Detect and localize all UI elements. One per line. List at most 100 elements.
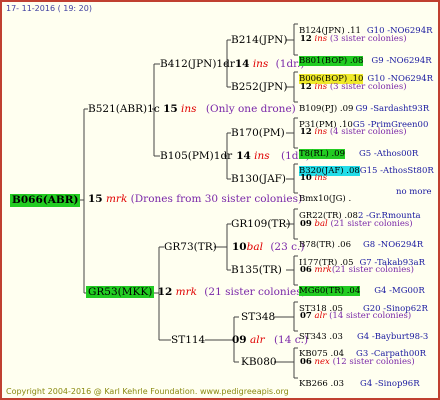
gen5-line-18: G4 -MG00R [374,286,425,296]
root-mating-info: 15 mrk (Drones from 30 sister colonies) [88,194,302,205]
gen5-row-17: 06 mrk(21 sister colonies) [300,266,414,275]
gen2-sire-note: (Only one drone) [205,103,296,115]
gen5-sire-15[interactable]: B78(TR) .06 [299,240,351,250]
gen5-sire-24[interactable]: KB266 .03 [299,379,344,389]
gen5-mark-14: bal [314,219,328,229]
gen4-queen-7[interactable]: ST348 [241,312,275,323]
gen5-count-23: 06 [300,357,312,367]
gen3-mark-2: ins [254,150,270,162]
gen5-row-12: Bmx10(JG) . [299,188,351,204]
gen5-row-24: KB266 .03 G4 -Sinop96R [299,373,420,389]
copyright-footer: Copyright 2004-2016 @ Karl Kehrle Founda… [6,387,289,396]
gen2-dam-name[interactable]: GR53(MKK) [86,286,155,298]
gen3-mark-3: bal [246,241,263,253]
gen2-dam-node: GR53(MKK) 12 mrk (21 sister colonies) [86,286,306,298]
gen5-mark-2: ins [314,34,328,44]
gen3-node-2: B105(PM)1dr 14 ins (1dr.) [160,151,310,162]
gen5-sire-6[interactable]: B109(PJ) .09 [299,104,353,114]
gen2-sire-name[interactable]: B521(ABR)1c [88,103,160,115]
root-note: (Drones from 30 sister colonies) [130,193,303,205]
gen4-queen-4[interactable]: B130(JAF) [231,174,286,185]
gen3-name-4[interactable]: ST114 [171,334,205,346]
gen3-mark-4: alr [249,334,265,346]
gen4-queen-6[interactable]: B135(TR) [231,265,282,276]
gen3-count-3: 10 [232,241,247,253]
gen3-mark-1: ins [252,58,269,70]
gen5-sire-9[interactable]: T8(RL) .09 [299,149,345,159]
gen2-sire-count: 15 [163,103,178,115]
gen5-line-15: G8 -NO6294R [362,240,424,250]
gen5-note-17: (21 sister colonies) [331,265,414,275]
gen5-mark-20: alr [314,311,327,321]
gen5-count-8: 12 [300,127,312,137]
gen5-line-24: G4 -Sinop96R [360,379,420,389]
gen3-name-3[interactable]: GR73(TR) [164,241,217,253]
gen5-row-9: T8(RL) .09 G5 -Athos00R [299,143,418,159]
gen5-row-18: MG60(TR) .04 G4 -MG00R [299,280,425,296]
gen3-count-4: 09 [232,334,247,346]
gen4-queen-2[interactable]: B252(JPN) [231,82,287,93]
gen5-count-2: 12 [300,34,312,44]
gen5-row-3: B801(BOP) .08 G9 -NO6294R [299,50,432,66]
gen5-mark-11: ins [314,173,328,183]
gen5-row-11: 10 ins [300,174,327,183]
root-drone-count: 15 [88,193,103,205]
gen3-name-2[interactable]: B105(PM)1dr [160,150,232,162]
gen3-node-3: GR73(TR) [164,242,217,253]
gen3-mating-4: 09 alr (14 c.) [232,335,308,346]
gen5-row-8: 12 ins (4 sister colonies) [300,128,407,137]
gen5-row-21: ST343 .03 G4 -Bayburt98-3 [299,326,428,342]
gen5-count-20: 07 [300,311,312,321]
gen5-mark-8: ins [314,127,328,137]
gen5-note-2: (3 sister colonies) [329,34,407,44]
gen5-note-5: (3 sister colonies) [329,82,407,92]
gen5-line-21: G4 -Bayburt98-3 [356,332,429,342]
pedigree-panel: 17- 11-2016 ( 19: 20) B066(ABR) 15 mrk (… [0,0,440,400]
gen3-node-1: B412(JPN)1dr14 ins (1dr.) [160,59,304,70]
gen5-sire-18[interactable]: MG60(TR) .04 [299,286,361,296]
gen5-count-5: 12 [300,82,312,92]
gen2-dam-note: (21 sister colonies) [204,286,306,298]
gen5-mark-23: nex [314,357,330,367]
gen5-line-6: G9 -Sardasht93R [355,104,430,114]
gen5-note-20: (14 sister colonies) [329,311,412,321]
report-date: 17- 11-2016 ( 19: 20) [6,4,92,13]
gen5-line-9: G5 -Athos00R [358,149,419,159]
gen5-count-17: 06 [300,265,312,275]
gen5-sire-3[interactable]: B801(BOP) .08 [299,56,364,66]
gen4-queen-1[interactable]: B214(JPN) [231,35,287,46]
gen5-row-2: 12 ins (3 sister colonies) [300,35,407,44]
gen5-note-23: (12 sister colonies) [332,357,415,367]
gen5-count-14: 09 [300,219,312,229]
gen5-note-8: (4 sister colonies) [329,127,407,137]
gen4-queen-8[interactable]: KB080 [241,357,277,368]
gen3-mating-3: 10bal (23 c.) [232,242,304,253]
gen5-mark-5: ins [314,82,328,92]
gen5-line-3: G9 -NO6294R [371,56,432,66]
gen5-count-11: 10 [300,173,312,183]
gen5-line-12: no more [396,187,432,197]
gen2-sire-mark: ins [181,103,197,115]
gen4-queen-3[interactable]: B170(PM) [231,128,285,139]
gen5-row-15: B78(TR) .06 G8 -NO6294R [299,234,423,250]
gen5-row-5: 12 ins (3 sister colonies) [300,83,407,92]
gen2-sire-node: B521(ABR)1c 15 ins (Only one drone) [88,104,296,115]
gen3-node-4: ST114 [171,335,205,346]
gen3-count-2: 14 [236,150,251,162]
gen5-row-20: 07 alr (14 sister colonies) [300,312,411,321]
gen5-sire-21[interactable]: ST343 .03 [299,332,343,342]
gen5-mark-17: mrk [314,265,332,275]
gen3-name-1[interactable]: B412(JPN)1dr [160,58,235,70]
gen5-row-14: 09 bal (21 sister colonies) [300,220,413,229]
gen5-sire-12[interactable]: Bmx10(JG) . [299,194,351,204]
gen5-note-14: (21 sister colonies) [330,219,413,229]
gen2-dam-mark: mrk [175,286,197,298]
gen3-count-1: 14 [234,58,250,70]
gen2-dam-count: 12 [157,286,173,298]
gen5-row-6: B109(PJ) .09 G9 -Sardasht93R [299,98,429,114]
root-queen[interactable]: B066(ABR) [10,194,81,207]
gen5-row-23: 06 nex (12 sister colonies) [300,358,415,367]
gen4-queen-5[interactable]: GR109(TR) [231,219,290,230]
root-mating-mark: mrk [105,193,128,205]
gen5-line-10: G15 -AthosSt80R [359,166,434,176]
